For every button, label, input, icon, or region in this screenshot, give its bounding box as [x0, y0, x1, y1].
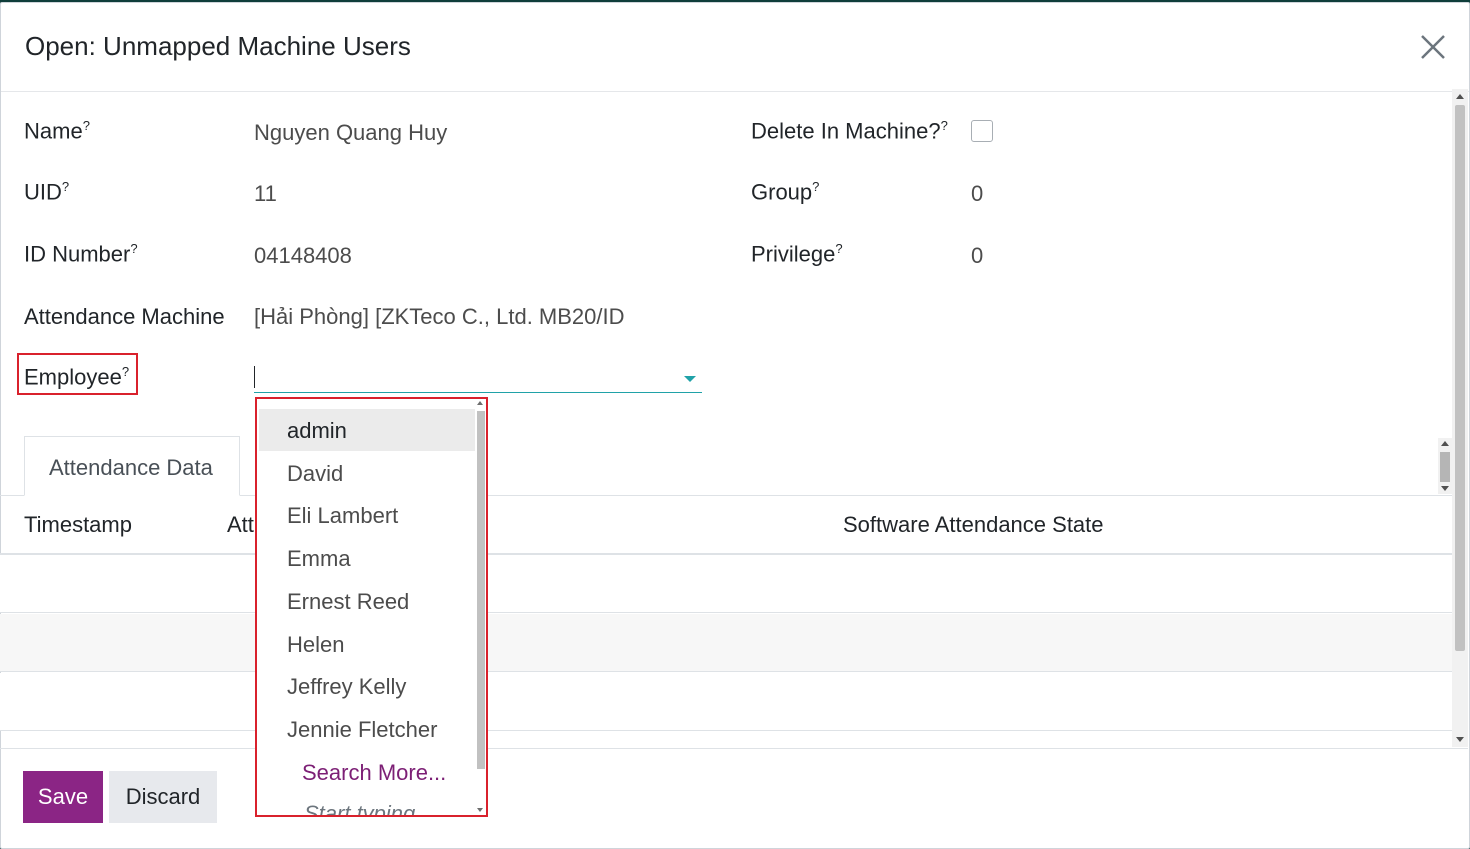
dropdown-scrollbar[interactable] [475, 399, 486, 815]
delete-in-machine-label-text: Delete In Machine? [751, 118, 941, 144]
id-number-label: ID Number? [24, 241, 138, 267]
table-row[interactable] [0, 555, 1452, 613]
discard-button[interactable]: Discard [109, 771, 217, 823]
tab-attendance-data[interactable]: Attendance Data [24, 436, 240, 496]
search-more-link[interactable]: Search More... [259, 751, 475, 793]
uid-label: UID? [24, 179, 69, 205]
dropdown-item-helen[interactable]: Helen [259, 623, 475, 665]
attendance-machine-value[interactable]: [Hải Phòng] [ZKTeco C., Ltd. MB20/ID [254, 304, 628, 330]
tab-scrollbar[interactable] [1438, 438, 1452, 494]
column-header-software-attendance-state[interactable]: Software Attendance State [843, 512, 1104, 538]
scroll-down-icon[interactable] [477, 808, 483, 812]
table-row[interactable] [0, 673, 1452, 731]
dropdown-item-label: Eli Lambert [287, 503, 399, 528]
search-more-label: Search More... [302, 760, 447, 785]
uid-help-icon[interactable]: ? [62, 179, 69, 194]
employee-label-text: Employee [24, 364, 122, 390]
uid-label-text: UID [24, 179, 62, 205]
scroll-thumb[interactable] [1440, 452, 1450, 482]
scroll-up-icon[interactable] [1456, 94, 1464, 99]
dropdown-item-ernest-reed[interactable]: Ernest Reed [259, 580, 475, 622]
attendance-machine-label: Attendance Machine [24, 304, 225, 329]
id-number-label-text: ID Number [24, 241, 131, 267]
privilege-value[interactable]: 0 [971, 243, 983, 269]
delete-in-machine-checkbox[interactable] [971, 120, 993, 142]
employee-dropdown: admin David Eli Lambert Emma Ernest Reed… [255, 397, 488, 817]
dropdown-item-label: Ernest Reed [287, 589, 410, 614]
scroll-thumb[interactable] [1455, 105, 1465, 651]
column-header-att[interactable]: Att [227, 512, 254, 538]
dropdown-item-label: Jennie Fletcher [287, 717, 438, 742]
dropdown-item-jeffrey-kelly[interactable]: Jeffrey Kelly [259, 665, 475, 707]
dialog-scrollbar[interactable] [1452, 89, 1468, 747]
dropdown-item-label: David [287, 461, 344, 486]
footer-divider [0, 748, 1468, 749]
name-help-icon[interactable]: ? [83, 118, 90, 133]
group-label-text: Group [751, 179, 813, 205]
scroll-down-icon[interactable] [1456, 737, 1464, 742]
group-help-icon[interactable]: ? [812, 179, 819, 194]
dropdown-item-label: admin [287, 418, 347, 443]
close-button[interactable] [1415, 29, 1451, 65]
employee-label: Employee? [24, 364, 129, 390]
table-row[interactable] [0, 614, 1452, 672]
delete-in-machine-help-icon[interactable]: ? [941, 118, 948, 133]
name-value[interactable]: Nguyen Quang Huy [254, 120, 447, 146]
name-label: Name? [24, 118, 90, 144]
dropdown-item-label: Emma [287, 546, 351, 571]
save-button[interactable]: Save [23, 771, 103, 823]
tab-label: Attendance Data [49, 455, 213, 480]
dropdown-item-emma[interactable]: Emma [259, 537, 475, 579]
scroll-up-icon[interactable] [1441, 441, 1449, 446]
dropdown-item-jennie-fletcher[interactable]: Jennie Fletcher [259, 708, 475, 750]
start-typing-hint: Start typing... [259, 792, 475, 817]
dropdown-item-admin[interactable]: admin [259, 409, 475, 451]
privilege-label: Privilege? [751, 241, 843, 267]
close-icon [1421, 35, 1445, 59]
dialog-title: Open: Unmapped Machine Users [25, 31, 411, 61]
dropdown-item-label: Helen [287, 632, 345, 657]
chevron-down-icon[interactable] [684, 376, 696, 382]
column-header-timestamp[interactable]: Timestamp [24, 512, 132, 538]
scroll-down-icon[interactable] [1441, 486, 1449, 491]
uid-value[interactable]: 11 [254, 181, 277, 207]
id-number-help-icon[interactable]: ? [130, 241, 137, 256]
scroll-thumb[interactable] [477, 411, 485, 769]
dropdown-item-david[interactable]: David [259, 452, 475, 494]
start-typing-label: Start typing... [304, 801, 434, 817]
scroll-up-icon[interactable] [477, 401, 483, 405]
group-label: Group? [751, 179, 819, 205]
id-number-value[interactable]: 04148408 [254, 243, 352, 269]
employee-input[interactable] [254, 362, 702, 393]
delete-in-machine-label: Delete In Machine?? [751, 118, 948, 144]
privilege-help-icon[interactable]: ? [835, 241, 842, 256]
dropdown-item-label: Jeffrey Kelly [287, 674, 407, 699]
name-label-text: Name [24, 118, 83, 144]
dropdown-item-eli-lambert[interactable]: Eli Lambert [259, 494, 475, 536]
dialog-header: Open: Unmapped Machine Users [1, 3, 1469, 92]
text-caret [254, 366, 255, 388]
privilege-label-text: Privilege [751, 241, 836, 267]
group-value[interactable]: 0 [971, 181, 983, 207]
employee-help-icon[interactable]: ? [122, 364, 129, 379]
